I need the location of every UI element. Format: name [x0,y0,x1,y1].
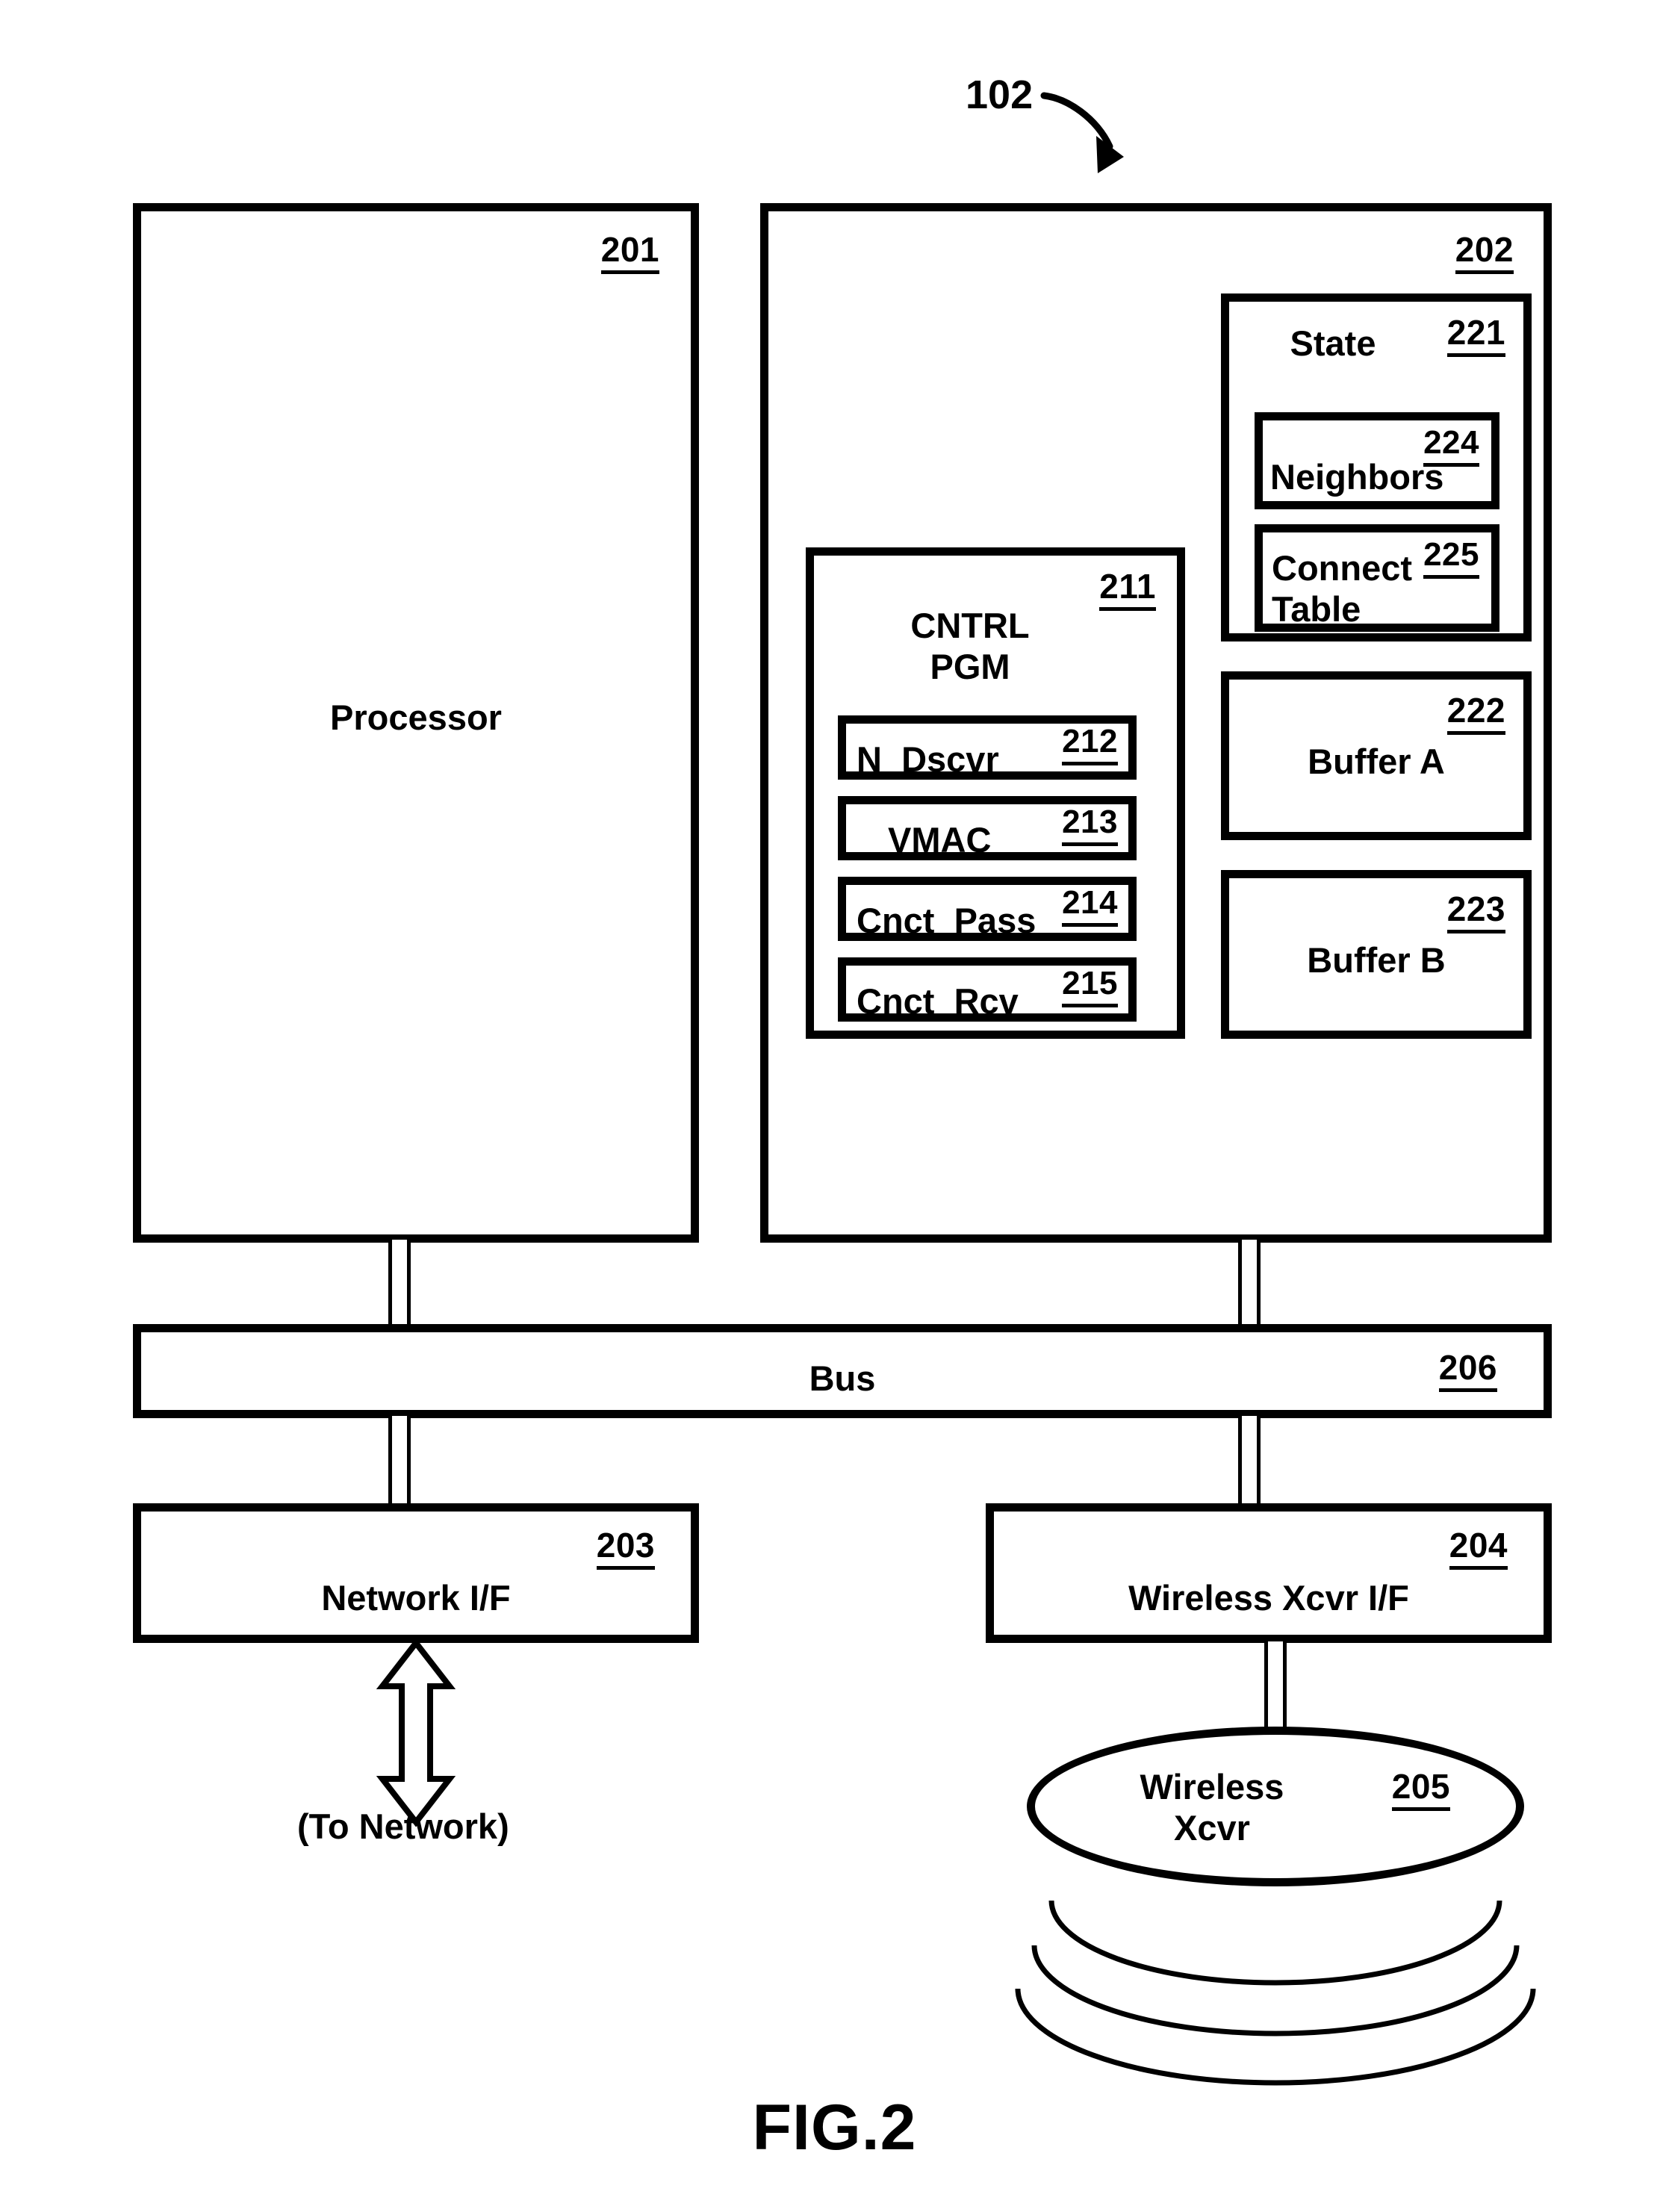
cnct-pass-label: Cnct_Pass [857,901,1036,940]
buffer-b-ref: 223 [1446,892,1505,933]
wireless-xcvr-label: Wireless Xcvr [1140,1767,1284,1848]
n-dscvr-block: 212 N_Dscvr [838,715,1137,780]
bus-label: Bus [809,1358,876,1398]
cnct-pass-block: 214 Cnct_Pass [838,877,1137,941]
cntrl-pgm-block: 211 CNTRL PGM 212 N_Dscvr 213 VMAC 214 C… [806,547,1185,1039]
connector-wireless-if-to-xcvr [1264,1641,1287,1739]
buffer-b-label: Buffer B [1307,940,1446,980]
vmac-label: VMAC [888,820,992,860]
cnct-rcv-label: Cnct_Rcv [857,981,1019,1021]
figure-canvas: 102 201 Processor 202 221 State 224 Neig… [0,0,1669,2212]
figure-title: FIG.2 [752,2092,917,2163]
connector-bus-to-wireless-if [1238,1416,1261,1506]
state-ref: 221 [1446,315,1505,357]
neighbors-label: Neighbors [1270,457,1444,497]
buffer-b-block: 223 Buffer B [1221,870,1532,1039]
buffer-a-label: Buffer A [1308,742,1445,781]
wireless-xcvr-ref: 205 [1391,1769,1450,1811]
connector-memory-to-bus [1238,1240,1261,1329]
processor-label: Processor [330,698,502,737]
network-if-label: Network I/F [321,1578,511,1618]
wireless-xcvr-if-block: 204 Wireless Xcvr I/F [986,1503,1552,1643]
connector-bus-to-network-if [388,1416,411,1506]
cnct-rcv-block: 215 Cnct_Rcv [838,957,1137,1022]
network-if-ref: 203 [596,1528,655,1570]
state-label: State [1290,323,1376,363]
cntrl-pgm-label: CNTRL PGM [910,606,1030,687]
neighbors-block: 224 Neighbors [1255,412,1499,509]
memory-block: 202 221 State 224 Neighbors 225 Connect … [760,203,1552,1243]
wireless-xcvr-if-label: Wireless Xcvr I/F [1128,1578,1409,1618]
processor-ref: 201 [600,232,659,274]
connect-table-label: Connect Table [1272,548,1412,630]
connect-table-block: 225 Connect Table [1255,524,1499,632]
state-block: 221 State 224 Neighbors 225 Connect Tabl… [1221,293,1532,641]
processor-block: 201 Processor [133,203,699,1243]
reference-102-label: 102 [966,72,1034,117]
buffer-a-ref: 222 [1446,693,1505,735]
bus-block: 206 Bus [133,1324,1552,1418]
connector-processor-to-bus [388,1240,411,1329]
to-network-label: (To Network) [297,1806,509,1846]
vmac-block: 213 VMAC [838,796,1137,860]
network-if-block: 203 Network I/F [133,1503,699,1643]
wireless-xcvr-if-ref: 204 [1449,1528,1508,1570]
wireless-xcvr-ellipse: 205 Wireless Xcvr [1027,1727,1524,1886]
n-dscvr-label: N_Dscvr [857,739,999,779]
buffer-a-block: 222 Buffer A [1221,671,1532,840]
memory-ref: 202 [1455,232,1514,274]
